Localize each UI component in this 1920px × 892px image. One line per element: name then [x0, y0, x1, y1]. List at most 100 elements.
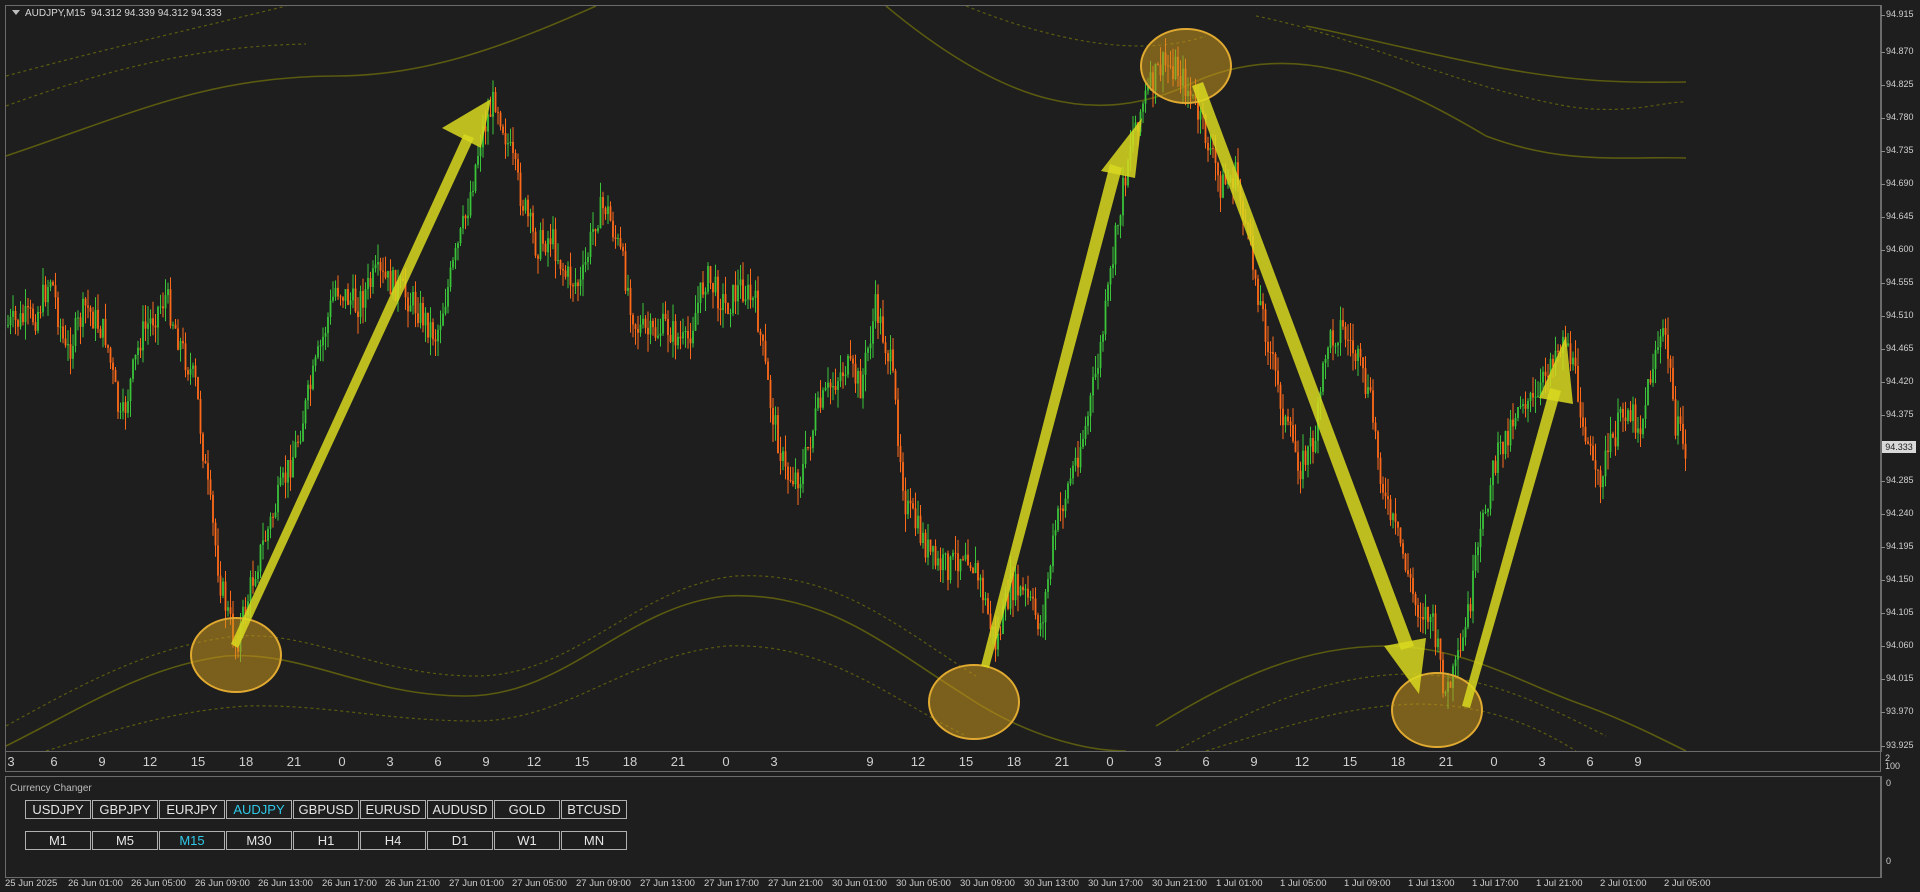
date-tick-label: 2 Jul 05:00 [1664, 878, 1711, 889]
candle-body [1272, 352, 1274, 355]
timeframe-button-w1[interactable]: W1 [494, 831, 560, 850]
candle-body [534, 231, 537, 256]
candle-body [1632, 404, 1634, 422]
symbol-label: AUDJPY,M15 [25, 8, 86, 19]
candle-body [292, 457, 294, 478]
price-tick-label: 94.060 [1881, 640, 1914, 650]
candle-body [957, 553, 959, 572]
candle-body [94, 309, 97, 329]
candle-body [477, 156, 479, 165]
timeframe-button-m5[interactable]: M5 [92, 831, 158, 850]
symbol-button-gold[interactable]: GOLD [494, 800, 560, 819]
candle-body [1439, 638, 1442, 660]
candle-body [1199, 110, 1202, 120]
candle-body [1209, 147, 1212, 151]
candle-body [794, 472, 797, 485]
candle-body [1524, 404, 1527, 409]
candle-body [567, 266, 569, 277]
candle-body [1392, 513, 1394, 521]
timeframe-button-m1[interactable]: M1 [25, 831, 91, 850]
timeframe-button-h4[interactable]: H4 [360, 831, 426, 850]
candle-body [1254, 269, 1257, 279]
timeframe-button-h1[interactable]: H1 [293, 831, 359, 850]
candle-body [389, 271, 392, 295]
candle-body [897, 399, 899, 446]
candle-body [1509, 419, 1512, 446]
candle-body [1644, 405, 1647, 419]
price-chart[interactable] [6, 6, 1880, 751]
candle-body [627, 287, 629, 291]
candle-body [559, 259, 562, 269]
candle-body [537, 255, 539, 259]
candle-body [1142, 103, 1144, 112]
symbol-button-eurjpy[interactable]: EURJPY [159, 800, 225, 819]
candle-body [1399, 527, 1402, 544]
candle-body [549, 238, 552, 245]
candle-body [1302, 450, 1304, 480]
symbol-button-gbpusd[interactable]: GBPUSD [293, 800, 359, 819]
candle-body [1369, 387, 1372, 391]
price-axis[interactable]: 94.915 94.870 94.825 94.780 94.735 94.690 94.6… [1881, 5, 1920, 752]
candle-body [1047, 579, 1049, 592]
timeframe-button-m30[interactable]: M30 [226, 831, 292, 850]
candle-body [1072, 465, 1074, 479]
timeframe-button-d1[interactable]: D1 [427, 831, 493, 850]
candle-body [817, 397, 819, 409]
symbol-button-eurusd[interactable]: EURUSD [360, 800, 426, 819]
candle-body [1654, 349, 1657, 369]
price-tick-label: 93.970 [1881, 706, 1914, 716]
candle-body [1014, 574, 1017, 601]
candle-body [184, 343, 187, 371]
candle-body [849, 355, 852, 359]
candle-body [769, 379, 772, 409]
candle-body [649, 320, 652, 335]
price-tick-label: 94.420 [1881, 376, 1914, 386]
candle-body [287, 460, 289, 483]
candle-body [829, 382, 832, 388]
collapse-triangle-icon[interactable] [12, 10, 20, 15]
indicator-label: Currency Changer [10, 783, 92, 794]
candle-body [462, 215, 464, 229]
candle-body [1482, 512, 1484, 529]
candle-body [574, 282, 577, 287]
candle-body [1604, 450, 1607, 477]
candle-body [312, 365, 314, 389]
candle-body [332, 296, 334, 301]
candle-body [84, 298, 87, 306]
symbol-button-gbpjpy[interactable]: GBPJPY [92, 800, 158, 819]
candle-body [702, 282, 704, 295]
candle-body [357, 311, 359, 317]
candle-body [922, 532, 924, 544]
candle-body [167, 289, 169, 296]
candle-body [1109, 268, 1112, 285]
candle-body [717, 276, 719, 309]
symbol-button-btcusd[interactable]: BTCUSD [561, 800, 627, 819]
symbol-button-usdjpy[interactable]: USDJPY [25, 800, 91, 819]
hour-axis: 3 6 9 12 15 18 21 0 3 6 9 12 15 18 21 0 3 9 12 15 18 21 0 3 6 9 12… [5, 752, 1881, 772]
candle-body [619, 238, 622, 248]
candle-body [179, 341, 182, 350]
candle-body [162, 306, 164, 309]
candle-body [749, 284, 752, 301]
symbol-button-audusd[interactable]: AUDUSD [427, 800, 493, 819]
candle-body [1457, 650, 1459, 660]
candle-body [942, 554, 944, 571]
price-tick-label: 94.870 [1881, 46, 1914, 56]
candle-body [314, 357, 317, 366]
main-chart-pane[interactable]: AUDJPY,M15 94.312 94.339 94.312 94.333 [5, 5, 1881, 752]
candle-body [12, 311, 14, 317]
candle-body [1207, 142, 1209, 151]
candle-body [527, 199, 529, 217]
timeframe-button-m15[interactable]: M15 [159, 831, 225, 850]
candle-body [1212, 147, 1214, 149]
candle-body [1052, 535, 1054, 567]
candle-body [1042, 622, 1044, 624]
candle-body [762, 334, 764, 341]
candle-body [1374, 422, 1377, 432]
candle-body [1459, 650, 1462, 652]
timeframe-button-mn[interactable]: MN [561, 831, 627, 850]
candle-body [344, 289, 347, 301]
candle-body [459, 228, 462, 244]
symbol-button-audjpy[interactable]: AUDJPY [226, 800, 292, 819]
candle-body [502, 126, 504, 133]
